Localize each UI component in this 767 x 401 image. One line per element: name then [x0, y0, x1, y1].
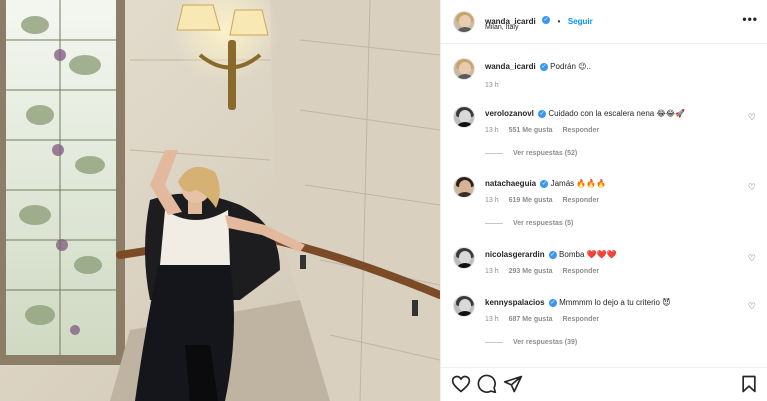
post-caption: wanda_icardi ✓ Podrán 😉.. 13 h: [453, 58, 758, 98]
view-replies-label: Ver respuestas (52): [513, 150, 578, 157]
caption-text: Podrán 😉..: [550, 62, 591, 71]
view-replies-button[interactable]: Ver respuestas (52): [485, 150, 577, 157]
comment: kennyspalacios ✓ Mmmmm lo dejo a tu crit…: [453, 293, 758, 363]
comment-time: 13 h: [485, 316, 499, 323]
comment-meta: 13 h 551 Me gusta Responder: [485, 127, 607, 134]
commenter-username[interactable]: natachaeguia: [485, 179, 536, 188]
commenter-avatar[interactable]: [453, 106, 475, 128]
verified-badge-icon: ✓: [548, 298, 557, 307]
caption-line: wanda_icardi ✓ Podrán 😉..: [485, 62, 591, 71]
author-avatar[interactable]: [453, 11, 475, 33]
commenter-avatar[interactable]: [453, 247, 475, 269]
comment-time: 13 h: [485, 268, 499, 275]
comment: natachaeguia ✓ Jamás 🔥🔥🔥 13 h 619 Me gus…: [453, 174, 758, 244]
post-photo[interactable]: [0, 0, 440, 401]
verified-badge-icon: ✓: [540, 179, 549, 188]
comment-likes[interactable]: 687 Me gusta: [509, 316, 553, 323]
small-heart-icon[interactable]: ♡: [748, 182, 756, 193]
comment-time: 13 h: [485, 127, 499, 134]
bookmark-icon[interactable]: [739, 374, 759, 394]
verified-badge-icon: ✓: [538, 109, 547, 118]
comment-body: kennyspalacios ✓ Mmmmm lo dejo a tu crit…: [485, 298, 671, 307]
view-replies-button[interactable]: Ver respuestas (5): [485, 220, 573, 227]
caption-time: 13 h: [485, 82, 499, 89]
verified-badge-icon: ✓: [539, 62, 548, 71]
more-options-icon[interactable]: •••: [742, 12, 758, 26]
photo-illustration: [0, 0, 440, 401]
reply-button[interactable]: Responder: [563, 127, 600, 134]
comment: nicolasgerardin ✓ Bomba ❤️❤️❤️ 13 h 293 …: [453, 245, 758, 290]
comment-bubble-icon[interactable]: [477, 374, 497, 394]
replies-divider: [485, 152, 503, 154]
comment-time: 13 h: [485, 197, 499, 204]
comment-meta: 13 h 619 Me gusta Responder: [485, 197, 607, 204]
comment-likes[interactable]: 619 Me gusta: [509, 197, 553, 204]
comment-text: Mmmmm lo dejo a tu criterio 😈: [559, 298, 671, 307]
commenter-username[interactable]: nicolasgerardin: [485, 250, 545, 259]
view-replies-button[interactable]: Ver respuestas (39): [485, 339, 577, 346]
verified-badge-icon: ✓: [542, 15, 551, 24]
replies-divider: [485, 222, 503, 224]
commenter-username[interactable]: verolozanovl: [485, 109, 534, 118]
post-panel: wanda_icardi ✓ • Seguir Milan, Italy •••…: [440, 0, 767, 401]
separator-dot: •: [557, 17, 561, 26]
comment: verolozanovl ✓ Cuidado con la escalera n…: [453, 104, 758, 174]
small-heart-icon[interactable]: ♡: [748, 301, 756, 312]
view-replies-label: Ver respuestas (5): [513, 220, 574, 227]
comment-likes[interactable]: 551 Me gusta: [509, 127, 553, 134]
paper-plane-icon[interactable]: [503, 374, 523, 394]
reply-button[interactable]: Responder: [563, 268, 600, 275]
small-heart-icon[interactable]: ♡: [748, 253, 756, 264]
comment-likes[interactable]: 293 Me gusta: [509, 268, 553, 275]
commenter-username[interactable]: kennyspalacios: [485, 298, 545, 307]
reply-button[interactable]: Responder: [563, 316, 600, 323]
comment-meta: 13 h 293 Me gusta Responder: [485, 268, 607, 275]
caption-avatar[interactable]: [453, 58, 475, 80]
post-header: wanda_icardi ✓ • Seguir Milan, Italy •••: [441, 0, 767, 44]
commenter-avatar[interactable]: [453, 176, 475, 198]
comment-body: natachaeguia ✓ Jamás 🔥🔥🔥: [485, 179, 606, 188]
comment-text: Cuidado con la escalera nena 😂😂🚀: [548, 109, 686, 118]
heart-outline-icon[interactable]: [451, 374, 471, 394]
replies-divider: [485, 341, 503, 343]
small-heart-icon[interactable]: ♡: [748, 112, 756, 123]
comment-text: Jamás 🔥🔥🔥: [550, 179, 607, 188]
comment-body: verolozanovl ✓ Cuidado con la escalera n…: [485, 109, 685, 118]
comment-text: Bomba ❤️❤️❤️: [559, 250, 617, 259]
verified-badge-icon: ✓: [548, 250, 557, 259]
action-bar: [441, 367, 767, 401]
follow-button[interactable]: Seguir: [568, 17, 593, 26]
view-replies-label: Ver respuestas (39): [513, 339, 578, 346]
commenter-avatar[interactable]: [453, 295, 475, 317]
comment-body: nicolasgerardin ✓ Bomba ❤️❤️❤️: [485, 250, 617, 259]
caption-username[interactable]: wanda_icardi: [485, 62, 536, 71]
post-location[interactable]: Milan, Italy: [485, 24, 518, 31]
comment-meta: 13 h 687 Me gusta Responder: [485, 316, 607, 323]
reply-button[interactable]: Responder: [563, 197, 600, 204]
